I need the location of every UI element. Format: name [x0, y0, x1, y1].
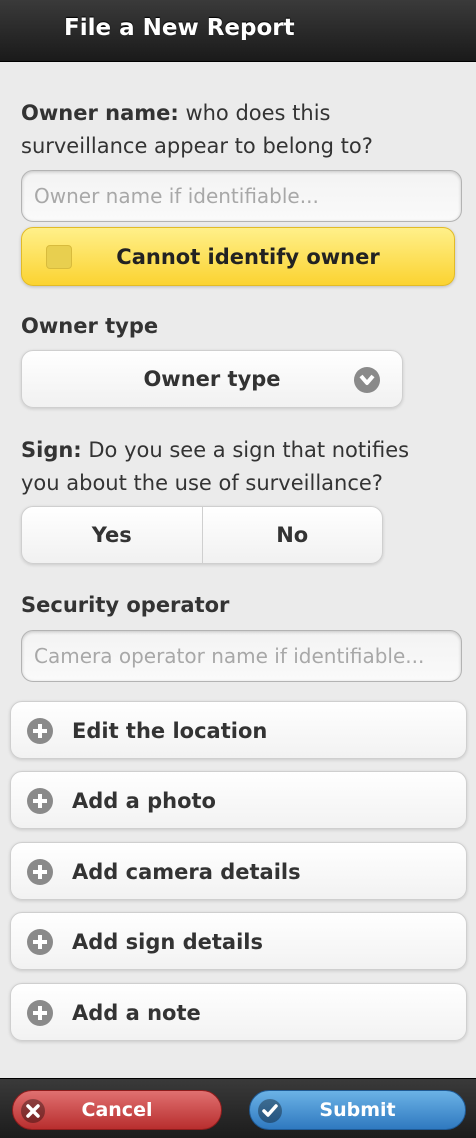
owner-type-label: Owner type [21, 314, 159, 338]
sign-toggle: Yes No [21, 506, 383, 564]
footer-bar: Cancel Submit [0, 1078, 476, 1138]
section-label: Add sign details [72, 930, 263, 954]
add-photo-section[interactable]: Add a photo [10, 771, 467, 829]
sign-yes-button[interactable]: Yes [22, 507, 202, 563]
report-form: Owner name: who does this surveillance a… [0, 62, 476, 1078]
cancel-label: Cancel [81, 1099, 153, 1121]
owner-name-input[interactable] [21, 170, 462, 222]
plus-icon [27, 788, 53, 814]
plus-icon [27, 1000, 53, 1026]
submit-label: Submit [319, 1099, 396, 1121]
section-label: Edit the location [72, 719, 268, 743]
section-label: Add camera details [72, 860, 301, 884]
cannot-identify-owner-checkbox[interactable]: Cannot identify owner [21, 227, 455, 286]
sign-no-button[interactable]: No [201, 507, 383, 563]
page-title: File a New Report [64, 15, 295, 41]
owner-name-label-bold: Owner name: [21, 101, 179, 125]
sign-label-bold: Sign: [21, 438, 82, 462]
security-operator-label: Security operator [21, 593, 230, 617]
cannot-identify-owner-label: Cannot identify owner [116, 244, 380, 269]
plus-icon [27, 929, 53, 955]
section-label: Add a photo [72, 789, 216, 813]
add-camera-details-section[interactable]: Add camera details [10, 842, 467, 900]
check-icon [258, 1099, 282, 1123]
owner-type-select-value: Owner type [143, 367, 281, 391]
submit-button[interactable]: Submit [249, 1090, 466, 1130]
add-sign-details-section[interactable]: Add sign details [10, 912, 467, 970]
add-note-section[interactable]: Add a note [10, 983, 467, 1041]
plus-icon [27, 718, 53, 744]
edit-location-section[interactable]: Edit the location [10, 701, 467, 759]
security-operator-input[interactable] [21, 630, 462, 682]
sign-label: Sign: Do you see a sign that notifies yo… [21, 434, 441, 500]
close-icon [21, 1099, 45, 1123]
section-label: Add a note [72, 1001, 201, 1025]
owner-name-label: Owner name: who does this surveillance a… [21, 97, 441, 163]
header-bar: File a New Report [0, 0, 476, 62]
chevron-down-icon [354, 367, 380, 393]
plus-icon [27, 859, 53, 885]
owner-type-select[interactable]: Owner type [21, 350, 403, 408]
cancel-button[interactable]: Cancel [12, 1090, 222, 1130]
